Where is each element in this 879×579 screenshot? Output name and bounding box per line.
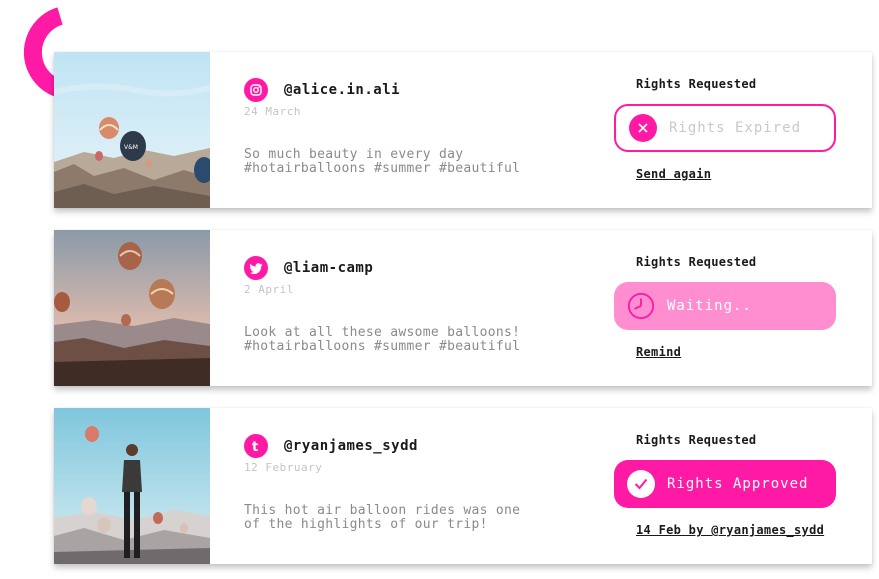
rights-status-text: Rights Approved bbox=[667, 476, 809, 492]
instagram-icon bbox=[244, 78, 268, 102]
rights-status-text: Waiting.. bbox=[667, 298, 752, 314]
post-date: 2 April bbox=[244, 283, 294, 296]
post-caption: So much beauty in every day #hotairballo… bbox=[244, 147, 521, 176]
post-author-handle[interactable]: @ryanjames_sydd bbox=[284, 438, 418, 454]
post-photo bbox=[54, 230, 210, 386]
post-photo bbox=[54, 408, 210, 564]
post-caption: Look at all these awsome balloons! #hota… bbox=[244, 325, 521, 354]
rights-status-badge: Rights Approved bbox=[614, 460, 836, 508]
close-icon bbox=[629, 114, 657, 142]
svg-text:t: t bbox=[252, 440, 258, 453]
clock-icon bbox=[627, 292, 655, 320]
rights-label: Rights Requested bbox=[636, 77, 757, 91]
rights-status-badge: Rights Expired bbox=[614, 104, 836, 152]
post-card: t @ryanjames_sydd 12 February This hot a… bbox=[54, 408, 872, 564]
rights-status-text: Rights Expired bbox=[669, 120, 802, 136]
remind-link[interactable]: Remind bbox=[636, 345, 681, 359]
post-author-handle[interactable]: @liam-camp bbox=[284, 260, 373, 276]
post-card: V&M @alice.in.ali 24 March So much beaut… bbox=[54, 52, 872, 208]
tumblr-icon: t bbox=[244, 434, 268, 458]
post-photo: V&M bbox=[54, 52, 210, 208]
post-date: 12 February bbox=[244, 461, 323, 474]
post-author-handle[interactable]: @alice.in.ali bbox=[284, 82, 400, 98]
send-again-link[interactable]: Send again bbox=[636, 167, 711, 181]
rights-label: Rights Requested bbox=[636, 433, 757, 447]
rights-status-badge: Waiting.. bbox=[614, 282, 836, 330]
check-icon bbox=[627, 470, 655, 498]
svg-text:V&M: V&M bbox=[124, 144, 138, 151]
approval-detail-link[interactable]: 14 Feb by @ryanjames_sydd bbox=[636, 523, 824, 537]
post-card: @liam-camp 2 April Look at all these aws… bbox=[54, 230, 872, 386]
post-date: 24 March bbox=[244, 105, 301, 118]
twitter-icon bbox=[244, 256, 268, 280]
post-caption: This hot air balloon rides was one of th… bbox=[244, 503, 521, 532]
rights-label: Rights Requested bbox=[636, 255, 757, 269]
